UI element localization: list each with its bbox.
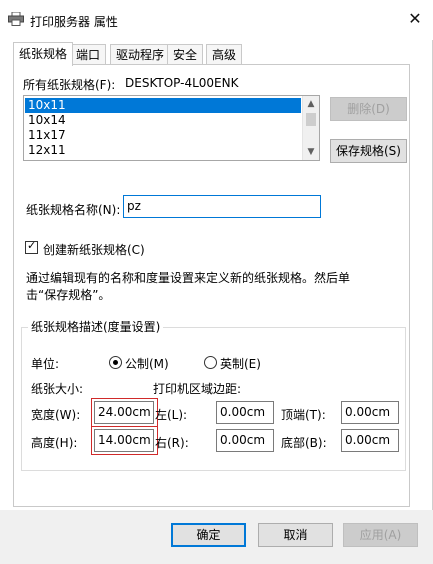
printer-margins-label: 打印机区域边距:: [153, 382, 242, 396]
height-input[interactable]: 14.00cm: [94, 429, 154, 452]
bottom-margin-label: 底部(B):: [281, 436, 327, 450]
checkmark-icon: ✓: [27, 239, 37, 252]
measurements-group-title: 纸张规格描述(度量设置): [28, 318, 164, 335]
right-margin-input[interactable]: 0.00cm: [216, 429, 274, 452]
list-item[interactable]: 11x17: [25, 128, 301, 143]
list-scrollbar[interactable]: ▲ ▼: [302, 96, 319, 160]
cancel-button[interactable]: 取消: [258, 523, 333, 547]
units-label: 单位:: [31, 357, 60, 371]
top-margin-label: 顶端(T):: [281, 408, 326, 422]
tab-drivers[interactable]: 驱动程序: [110, 44, 171, 64]
radio-selected-dot: [113, 360, 118, 365]
scroll-down-arrow-icon[interactable]: ▼: [303, 144, 319, 160]
width-label: 宽度(W):: [31, 408, 81, 422]
left-margin-label: 左(L):: [155, 408, 188, 422]
metric-label: 公制(M): [125, 357, 169, 371]
list-item[interactable]: 10x14: [25, 113, 301, 128]
left-margin-input[interactable]: 0.00cm: [216, 401, 274, 424]
tab-strip: 纸张规格 端口 驱动程序 安全 高级: [13, 42, 433, 66]
window-title: 打印服务器 属性: [30, 15, 118, 29]
form-name-input[interactable]: pz: [123, 195, 321, 218]
close-icon[interactable]: ✕: [405, 9, 425, 29]
ok-button[interactable]: 确定: [171, 523, 246, 547]
apply-button[interactable]: 应用(A): [343, 523, 418, 547]
all-forms-label: 所有纸张规格(F):: [23, 78, 116, 92]
width-input[interactable]: 24.00cm: [94, 401, 154, 424]
forms-listbox[interactable]: 10x11 10x14 11x17 12x11 ▲ ▼: [23, 95, 320, 161]
english-label: 英制(E): [220, 357, 261, 371]
form-name-label: 纸张规格名称(N):: [26, 203, 121, 217]
tab-ports[interactable]: 端口: [70, 44, 107, 64]
tab-advanced[interactable]: 高级: [206, 44, 243, 64]
scroll-thumb[interactable]: [306, 113, 316, 126]
bottom-margin-input[interactable]: 0.00cm: [341, 429, 399, 452]
top-margin-input[interactable]: 0.00cm: [341, 401, 399, 424]
tab-security[interactable]: 安全: [167, 44, 204, 64]
create-new-form-checkbox[interactable]: ✓: [25, 239, 38, 254]
scroll-up-arrow-icon[interactable]: ▲: [303, 96, 319, 112]
tab-forms[interactable]: 纸张规格: [13, 42, 74, 66]
height-label: 高度(H):: [31, 436, 78, 450]
server-name: DESKTOP-4L00ENK: [125, 76, 239, 90]
right-margin-label: 右(R):: [155, 436, 189, 450]
title-bar: 打印服务器 属性 ✕: [0, 0, 433, 40]
create-new-form-label: 创建新纸张规格(C): [43, 243, 145, 257]
delete-form-button[interactable]: 删除(D): [330, 97, 407, 121]
save-form-button[interactable]: 保存规格(S): [330, 139, 407, 163]
paper-size-label: 纸张大小:: [31, 382, 84, 396]
print-server-properties-dialog: 打印服务器 属性 ✕ 纸张规格 端口 驱动程序 安全 高级 所有纸张规格(F):…: [0, 0, 433, 564]
printer-icon: [8, 12, 24, 26]
english-radio[interactable]: [204, 356, 217, 369]
list-item[interactable]: 12x11: [25, 143, 301, 158]
metric-radio[interactable]: [109, 356, 122, 369]
list-item[interactable]: 10x11: [25, 98, 301, 113]
description-line-2: 击“保存规格”。: [26, 288, 111, 302]
description-line-1: 通过编辑现有的名称和度量设置来定义新的纸张规格。然后单: [26, 271, 351, 285]
